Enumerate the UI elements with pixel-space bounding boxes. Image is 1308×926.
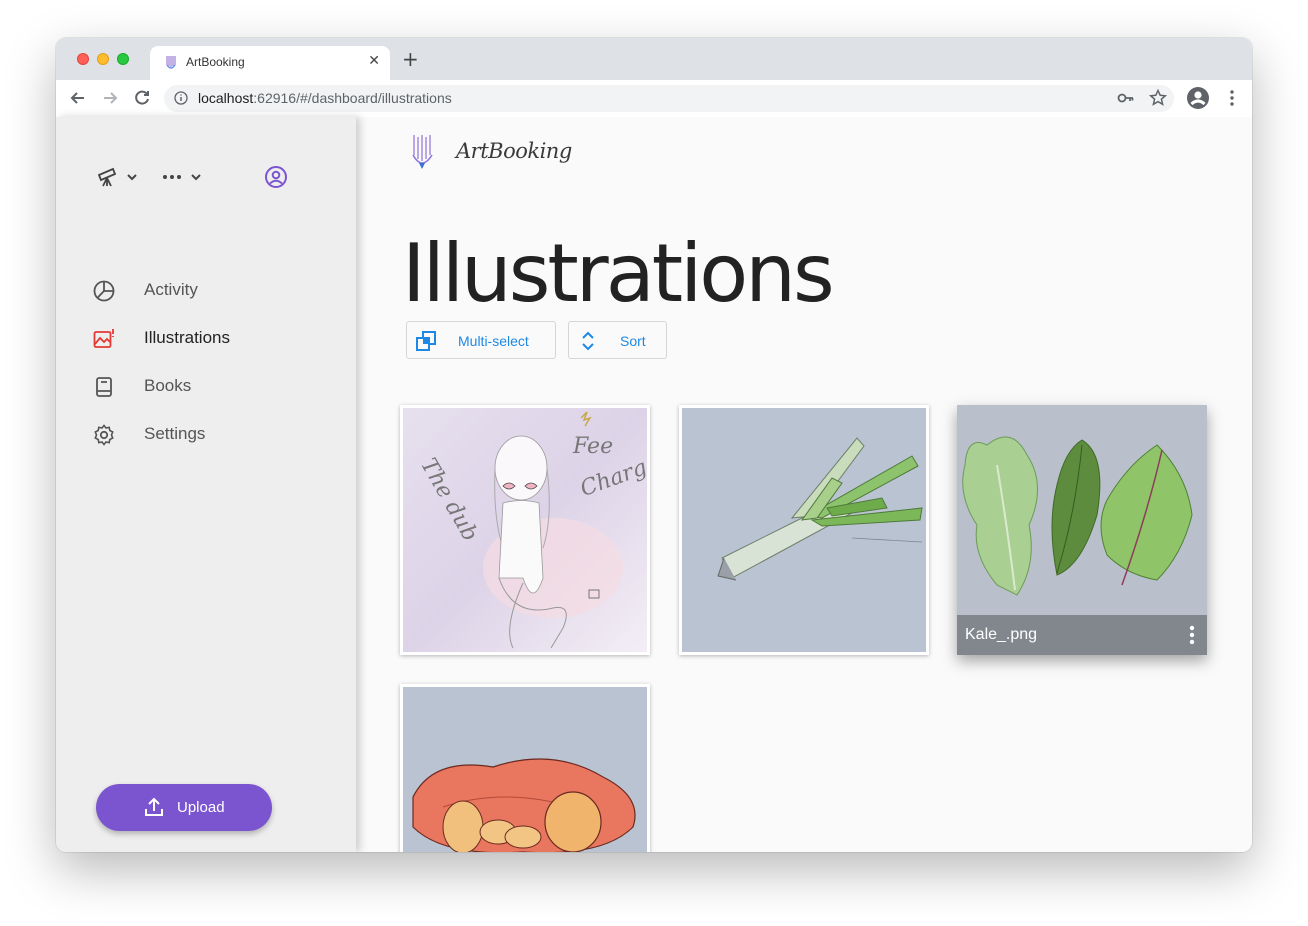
multi-select-label: Multi-select bbox=[458, 333, 529, 349]
close-window-button[interactable] bbox=[77, 53, 89, 65]
more-horizontal-icon[interactable] bbox=[162, 171, 182, 183]
card-caption: Kale_.png bbox=[957, 615, 1207, 655]
multi-select-button[interactable]: Multi-select bbox=[406, 321, 556, 359]
browser-menu-icon[interactable] bbox=[1222, 88, 1242, 108]
unfold-sort-icon bbox=[582, 331, 594, 351]
maximize-window-button[interactable] bbox=[117, 53, 129, 65]
sidebar-item-label: Activity bbox=[144, 280, 198, 299]
more-vertical-icon[interactable] bbox=[1189, 625, 1195, 645]
illustration-image: The dub Fee Charge bbox=[403, 408, 647, 652]
address-bar[interactable]: localhost:62916/#/dashboard/illustration… bbox=[164, 85, 1174, 112]
bookmark-star-icon[interactable] bbox=[1148, 88, 1168, 108]
pie-chart-icon bbox=[93, 280, 115, 302]
sidebar: Activity Illustrations Books Settings Up… bbox=[56, 117, 356, 852]
main-content: ArtBooking Illustrations Multi-select So… bbox=[356, 117, 1252, 852]
address-toolbar: localhost:62916/#/dashboard/illustration… bbox=[56, 80, 1252, 118]
sidebar-item-activity[interactable]: Activity bbox=[92, 277, 312, 305]
illustration-card[interactable] bbox=[400, 684, 650, 852]
tab-close-icon[interactable]: ✕ bbox=[368, 53, 380, 69]
multi-select-icon bbox=[416, 331, 436, 351]
chevron-down-icon[interactable] bbox=[190, 171, 202, 183]
browser-tab[interactable]: ArtBooking ✕ bbox=[150, 46, 390, 80]
sidebar-item-label: Settings bbox=[144, 424, 206, 443]
illustration-image bbox=[403, 687, 647, 852]
brand-name[interactable]: ArtBooking bbox=[456, 139, 572, 163]
url-text: localhost:62916/#/dashboard/illustration… bbox=[198, 90, 452, 106]
gear-icon bbox=[94, 424, 114, 446]
tab-bar: ArtBooking ✕ + bbox=[56, 38, 1252, 80]
browser-window: ArtBooking ✕ + localhost:62916/#/dashboa… bbox=[56, 38, 1252, 852]
chevron-down-icon[interactable] bbox=[126, 171, 138, 183]
telescope-icon[interactable] bbox=[96, 165, 120, 189]
site-info-icon[interactable] bbox=[174, 91, 188, 105]
url-path: :62916/#/dashboard/illustrations bbox=[253, 90, 452, 106]
url-host: localhost bbox=[198, 90, 254, 106]
illustration-image bbox=[682, 408, 926, 652]
upload-label: Upload bbox=[177, 799, 225, 816]
profile-avatar-icon[interactable] bbox=[1186, 86, 1210, 110]
new-tab-button[interactable]: + bbox=[402, 49, 419, 69]
key-icon[interactable] bbox=[1116, 88, 1136, 108]
sort-label: Sort bbox=[620, 333, 646, 349]
sidebar-item-settings[interactable]: Settings bbox=[92, 421, 312, 449]
illustration-card[interactable] bbox=[679, 405, 929, 655]
back-arrow-icon[interactable] bbox=[68, 88, 88, 108]
artbooking-favicon-icon bbox=[166, 56, 176, 69]
svg-text:Fee: Fee bbox=[572, 434, 613, 459]
illustration-card[interactable]: The dub Fee Charge bbox=[400, 405, 650, 655]
illustration-card[interactable]: Kale_.png bbox=[957, 405, 1207, 655]
upload-icon bbox=[145, 797, 163, 816]
sidebar-item-books[interactable]: Books bbox=[92, 373, 312, 401]
book-icon bbox=[96, 377, 112, 397]
forward-arrow-icon[interactable] bbox=[100, 88, 120, 108]
account-circle-icon[interactable] bbox=[264, 165, 288, 189]
card-name: Kale_.png bbox=[965, 626, 1038, 643]
sidebar-item-illustrations[interactable]: Illustrations bbox=[92, 325, 312, 353]
minimize-window-button[interactable] bbox=[97, 53, 109, 65]
artbooking-logo-icon[interactable] bbox=[410, 133, 436, 173]
tab-title: ArtBooking bbox=[186, 55, 245, 69]
sidebar-item-label: Illustrations bbox=[144, 328, 230, 347]
page-title: Illustrations bbox=[402, 227, 835, 320]
reload-icon[interactable] bbox=[132, 88, 152, 108]
sidebar-item-label: Books bbox=[144, 376, 192, 395]
image-icon bbox=[93, 329, 114, 348]
upload-button[interactable]: Upload bbox=[96, 784, 272, 831]
sort-button[interactable]: Sort bbox=[568, 321, 667, 359]
